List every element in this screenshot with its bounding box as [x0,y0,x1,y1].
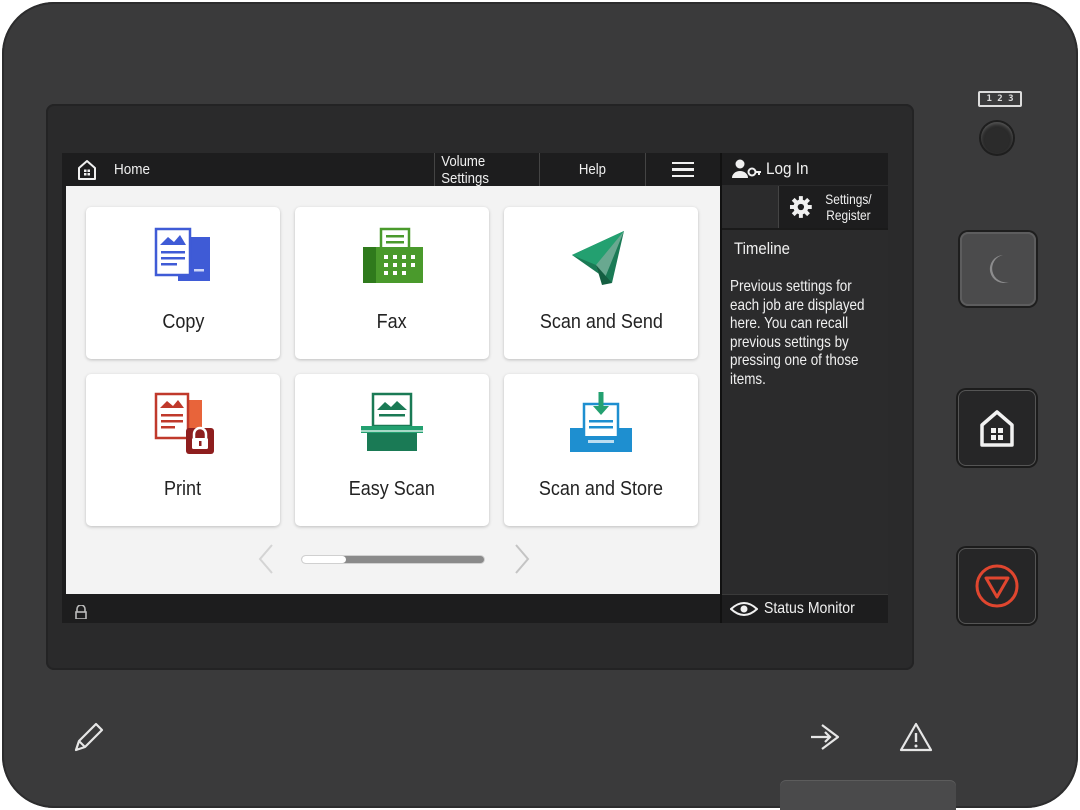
divider [722,228,888,230]
bottom-tab [780,780,956,810]
tile-scan-and-send[interactable]: Scan and Send [504,207,698,359]
home-icon [980,410,1014,447]
moon-icon [989,255,1009,283]
energy-saver-button[interactable] [960,232,1036,306]
timeline-description: Previous settings for each job are displ… [730,278,865,388]
tile-fax[interactable]: Fax [295,207,489,359]
page-indicator [66,541,720,577]
scan-store-icon [570,392,632,452]
top-bar: Home Volume Settings Help [62,153,720,187]
home-label: Home [114,161,151,178]
tile-label: Fax [376,311,408,333]
tile-label: Scan and Send [539,311,663,333]
chevron-right-icon[interactable] [510,541,534,577]
tile-easy-scan[interactable]: Easy Scan [295,374,489,526]
copy-icon [154,227,210,281]
tile-scan-and-store[interactable]: Scan and Store [504,374,698,526]
chevron-left-icon[interactable] [254,541,278,577]
counter-check-icon: 1 2 3 [978,91,1022,107]
bottom-bar [62,594,720,623]
side-panel: Log In Settings/Register Timeline Previo… [720,153,888,623]
tile-copy[interactable]: Copy [86,207,280,359]
user-key-icon [732,159,761,178]
tile-label: Easy Scan [348,478,436,500]
home-icon [78,159,96,180]
gear-icon [789,196,812,218]
tile-label: Print [164,478,202,500]
settings-register-label: Settings/Register [825,191,872,223]
lock-icon [75,605,87,619]
pencil-icon [74,722,104,752]
page-scroll-track [302,556,484,563]
stop-button[interactable] [958,548,1036,624]
fax-icon [363,227,423,283]
login-button[interactable]: Log In [722,153,888,185]
status-monitor-button[interactable]: Status Monitor [722,594,888,623]
tile-label: Copy [161,311,205,333]
settings-register-button[interactable]: Settings/Register [778,186,888,228]
tile-label: Scan and Store [538,478,664,500]
status-monitor-label: Status Monitor [764,600,855,617]
touch-screen: Home Volume Settings Help Copy Fax Scan … [62,153,888,623]
print-icon [154,392,214,454]
eye-icon [730,602,758,616]
page-scroll-thumb [302,556,346,563]
scan-send-icon [572,231,624,285]
easy-scan-icon [361,392,423,451]
menu-button[interactable] [646,153,720,186]
home-tab-button[interactable]: Home [62,153,212,186]
counter-check-button[interactable] [981,122,1013,154]
function-panel: Copy Fax Scan and Send Print Easy Scan S… [66,186,720,594]
volume-settings-button[interactable]: Volume Settings [434,153,540,187]
data-input-icon [811,724,840,750]
help-button[interactable]: Help [540,153,646,186]
stop-icon [975,564,1019,608]
tile-print[interactable]: Print [86,374,280,526]
error-icon [899,722,933,752]
login-label: Log In [766,159,809,178]
hamburger-icon [672,161,694,178]
home-hardware-button[interactable] [958,390,1036,466]
timeline-title: Timeline [734,239,790,258]
